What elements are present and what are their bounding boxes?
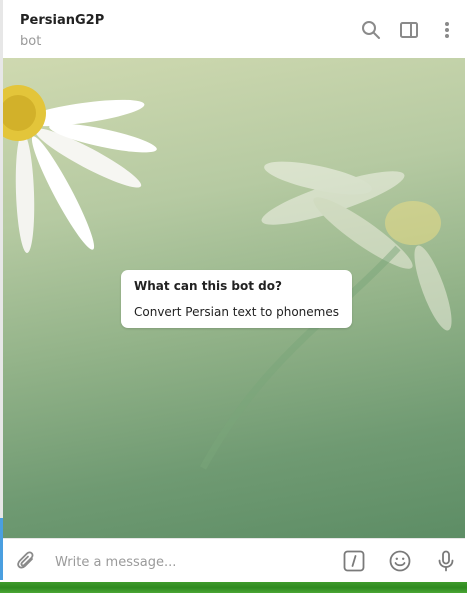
more-vertical-icon[interactable] bbox=[436, 19, 458, 41]
emoji-icon[interactable] bbox=[388, 549, 412, 573]
desktop-background-strip bbox=[0, 582, 467, 593]
bot-info-title: What can this bot do? bbox=[134, 279, 282, 293]
telegram-window: PersianG2P bot What can this bot do? Con… bbox=[0, 0, 467, 593]
chat-subtitle: bot bbox=[20, 34, 42, 49]
message-composer bbox=[3, 538, 465, 583]
search-icon[interactable] bbox=[360, 19, 382, 41]
bot-info-card: What can this bot do? Convert Persian te… bbox=[121, 270, 352, 328]
chat-header: PersianG2P bot bbox=[3, 0, 465, 59]
sidebar-panel-icon[interactable] bbox=[398, 19, 420, 41]
bot-info-description: Convert Persian text to phonemes bbox=[134, 305, 339, 319]
message-input[interactable] bbox=[53, 550, 327, 574]
chat-title[interactable]: PersianG2P bbox=[20, 13, 104, 28]
attach-icon[interactable] bbox=[14, 549, 38, 573]
bot-command-icon[interactable] bbox=[342, 549, 366, 573]
microphone-icon[interactable] bbox=[434, 549, 458, 573]
chat-wallpaper: What can this bot do? Convert Persian te… bbox=[3, 58, 465, 538]
